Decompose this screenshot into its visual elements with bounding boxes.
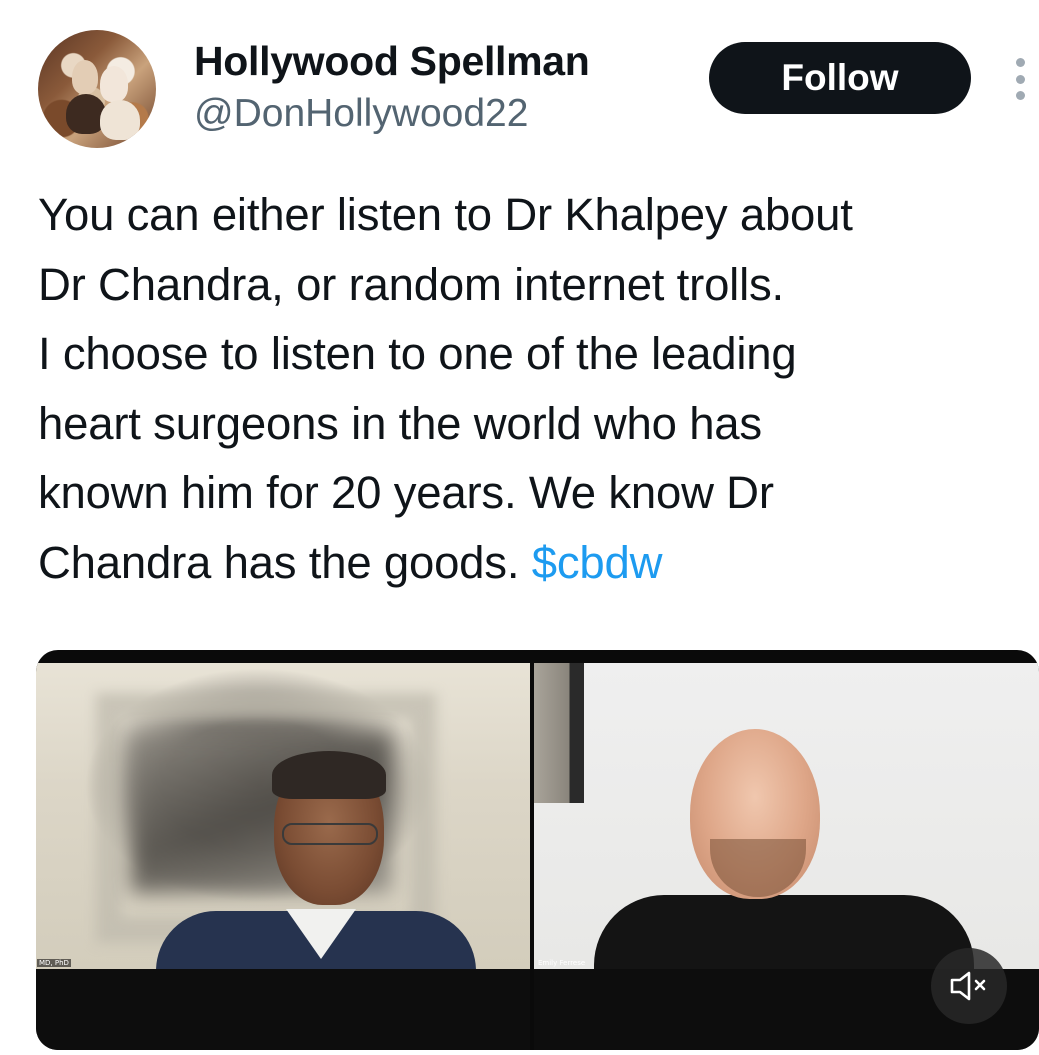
tweet-line-text: Chandra has the goods.: [38, 536, 520, 588]
video-pane-right: Emily Ferrese: [534, 663, 1039, 969]
tweet-video[interactable]: MD, PhD Emily Ferrese: [36, 650, 1039, 1050]
tweet-line: You can either listen to Dr Khalpey abou…: [38, 189, 853, 240]
author-avatar[interactable]: [38, 30, 156, 148]
author-display-name[interactable]: Hollywood Spellman: [194, 38, 590, 85]
tweet-line: Dr Chandra, or random internet trolls.: [38, 258, 784, 310]
unmute-button[interactable]: [931, 948, 1007, 1024]
cashtag-link[interactable]: $cbdw: [532, 537, 663, 588]
tweet-line: heart surgeons in the world who has: [38, 397, 762, 449]
tweet-text: You can either listen to Dr Khalpey abou…: [38, 180, 1039, 597]
participant-caption-left: MD, PhD: [37, 959, 71, 967]
video-pane-left: MD, PhD: [36, 663, 530, 969]
follow-button[interactable]: Follow: [709, 42, 971, 114]
more-vertical-icon[interactable]: [1010, 58, 1030, 100]
video-bottom-bar: [36, 969, 530, 1050]
tweet-line: I choose to listen to one of the leading: [38, 328, 797, 379]
participant-caption-right: Emily Ferrese: [538, 959, 586, 967]
speaker-muted-icon: [950, 971, 986, 1001]
tweet-line-last: Chandra has the goods. $cbdw: [38, 528, 1039, 598]
author-handle[interactable]: @DonHollywood22: [194, 92, 528, 136]
tweet-line: known him for 20 years. We know Dr: [38, 467, 774, 518]
